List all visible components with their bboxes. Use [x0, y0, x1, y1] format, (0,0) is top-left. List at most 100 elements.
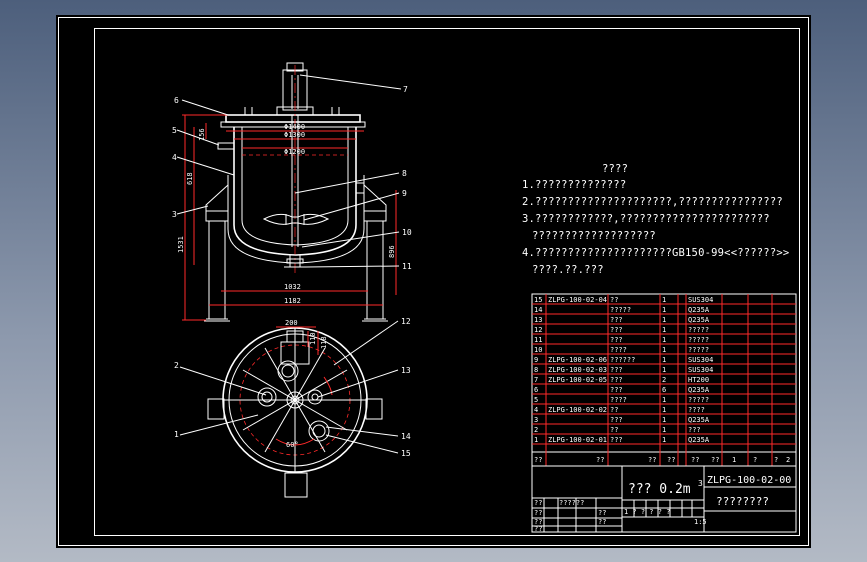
bom-cell-name: ??? [610, 316, 623, 324]
bom-cell-name: ?????? [610, 356, 635, 364]
bom-cell-qty: 1 [662, 356, 666, 364]
bom-cell-mat: ???? [688, 406, 705, 414]
sig-7: ?? [598, 518, 606, 526]
bom-cell-no: 13 [534, 316, 542, 324]
bom-cell-qty: 2 [662, 376, 666, 384]
bom-cell-code: ZLPG-100-02-02 [548, 406, 607, 414]
bom-cell-name: ??? [610, 326, 623, 334]
balloon-11: 11 [402, 262, 412, 271]
bom-header-c3: ?? [648, 456, 656, 464]
dim-d1300: Φ1300 [284, 131, 305, 139]
bom-cell-mat: Q235A [688, 306, 710, 314]
balloon-15: 15 [401, 449, 411, 458]
bom-cell-mat: HT200 [688, 376, 709, 384]
dim-d1200: Φ1200 [284, 148, 305, 156]
dim-156: 156 [198, 128, 206, 141]
bom-cell-name: ?? [610, 296, 618, 304]
bom-cell-name: ??? [610, 416, 623, 424]
nozzle-c [307, 389, 323, 405]
bom-header-c4: ?? [667, 456, 675, 464]
balloon-2: 2 [174, 361, 179, 370]
note-4: 4.?????????????????????GB150-99<<??????>… [522, 247, 790, 259]
bom-cell-qty: 1 [662, 326, 666, 334]
bom-cell-code: ZLPG-100-02-03 [548, 366, 607, 374]
top-view [207, 326, 383, 498]
dim-angle-60: 60° [286, 441, 299, 449]
bom-cell-name: ???? [610, 346, 627, 354]
bom-header-c6: ?? [711, 456, 719, 464]
balloon-7: 7 [403, 85, 408, 94]
bom-cell-code: ZLPG-100-02-04 [548, 296, 607, 304]
bom-cell-code: ZLPG-100-02-06 [548, 356, 607, 364]
lug-right [365, 398, 383, 420]
dim-d1400: Φ1400 [284, 123, 305, 131]
bom-cell-qty: 1 [662, 406, 666, 414]
bom-header-c1: ?? [534, 456, 542, 464]
balloon-6: 6 [174, 96, 179, 105]
sig-3: ?? [534, 509, 542, 517]
dim-1032: 1032 [284, 283, 301, 291]
dim-200: 200 [285, 319, 298, 327]
sig-1: ?? [534, 499, 542, 507]
leg-left [205, 210, 229, 222]
bom-cell-mat: ????? [688, 396, 709, 404]
bom-cell-name: ????? [610, 306, 631, 314]
dim-1182: 1182 [284, 297, 301, 305]
cad-viewport[interactable]: 7 6 5 4 3 8 9 10 11 2 1 12 13 14 15 Φ140… [56, 15, 811, 548]
bom-cell-qty: 1 [662, 336, 666, 344]
bom-cell-mat: ??? [688, 426, 701, 434]
balloon-13: 13 [401, 366, 411, 375]
bom-cell-mat: Q235A [688, 436, 710, 444]
note-3b: ??????????????????? [532, 230, 656, 242]
drawing-number: ZLPG-100-02-00 [707, 475, 791, 486]
bom-cell-mat: Q235A [688, 386, 710, 394]
balloon-10: 10 [402, 228, 412, 237]
bom-cell-name: ???? [610, 396, 627, 404]
bom-cell-no: 2 [534, 426, 538, 434]
bom-cell-qty: 1 [662, 366, 666, 374]
bom-cell-no: 4 [534, 406, 538, 414]
balloon-12: 12 [401, 317, 411, 326]
balloon-5: 5 [172, 126, 177, 135]
balloon-3: 3 [172, 210, 177, 219]
bom-header-c9: ? [774, 456, 778, 464]
bom-cell-no: 6 [534, 386, 538, 394]
bom-cell-code: ZLPG-100-02-05 [548, 376, 607, 384]
bom-cell-name: ??? [610, 336, 623, 344]
balloon-1: 1 [174, 430, 179, 439]
bom-cell-name: ??? [610, 376, 623, 384]
bom-header-c2: ?? [596, 456, 604, 464]
bom-cell-no: 15 [534, 296, 542, 304]
sig-2: ?????? [559, 499, 584, 507]
bom-cell-no: 3 [534, 416, 538, 424]
bom-cell-mat: SUS304 [688, 296, 713, 304]
sheet-count-row: 1 ? ? ? ? ? [624, 508, 670, 516]
bom-cell-mat: Q235A [688, 316, 710, 324]
lug-bottom [284, 472, 308, 498]
bom-cell-mat: ????? [688, 326, 709, 334]
note-2: 2.?????????????????????,???????????????? [522, 196, 783, 208]
bom-cell-name: ??? [610, 436, 623, 444]
notes-title: ???? [602, 163, 629, 175]
bom-cell-mat: SUS304 [688, 366, 713, 374]
product-sup: 3 [698, 479, 703, 488]
note-1: 1.?????????????? [522, 179, 627, 191]
bom-cell-name: ??? [610, 386, 623, 394]
bom-cell-qty: 1 [662, 306, 666, 314]
bom-cell-code: ZLPG-100-02-01 [548, 436, 607, 444]
bom-cell-no: 7 [534, 376, 538, 384]
bom-cell-qty: 6 [662, 386, 666, 394]
bom-header-c7: 1 [732, 456, 736, 464]
bom-cell-qty: 1 [662, 346, 666, 354]
sig-5: ?? [534, 525, 542, 533]
bom-header-c8: ? [753, 456, 757, 464]
top-cover [225, 114, 361, 123]
bom-cell-mat: ????? [688, 336, 709, 344]
bom-cell-no: 1 [534, 436, 538, 444]
bom-cell-no: 10 [534, 346, 542, 354]
bom-cell-name: ??? [610, 366, 623, 374]
bom-cell-qty: 1 [662, 426, 666, 434]
company-name: ???????? [716, 495, 769, 508]
bom-cell-no: 12 [534, 326, 542, 334]
bom-cell-no: 9 [534, 356, 538, 364]
